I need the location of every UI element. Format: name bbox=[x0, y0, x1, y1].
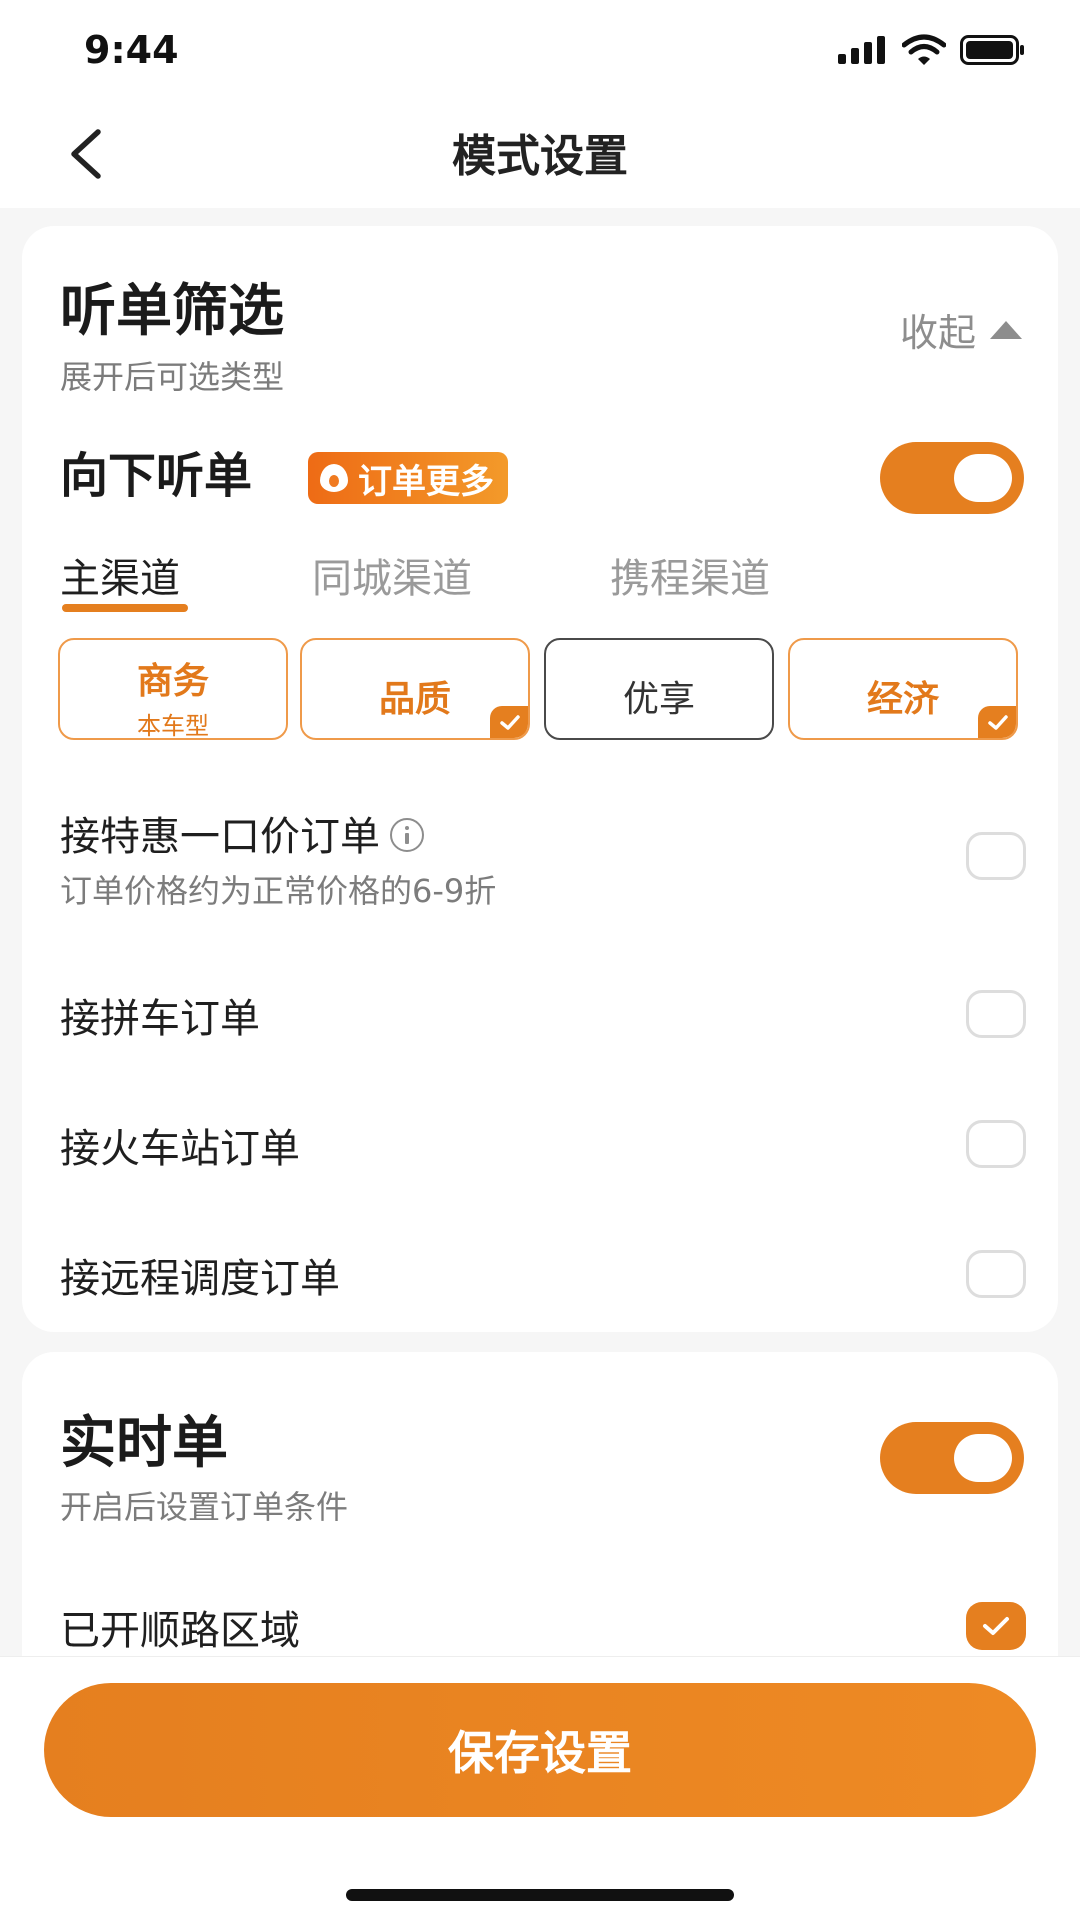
realtime-toggle[interactable] bbox=[880, 1422, 1024, 1494]
option-remote-checkbox[interactable] bbox=[966, 1250, 1026, 1298]
realtime-subtitle: 开启后设置订单条件 bbox=[60, 1488, 349, 1526]
chip-label: 商务 bbox=[136, 661, 209, 702]
selected-check-icon bbox=[978, 706, 1016, 738]
home-indicator bbox=[346, 1889, 734, 1901]
active-tab-indicator bbox=[62, 604, 188, 612]
status-bar: 9:44 bbox=[0, 0, 1080, 100]
tab-ctrip-channel[interactable]: 携程渠道 bbox=[610, 546, 770, 604]
battery-icon bbox=[960, 35, 1024, 65]
caret-up-icon bbox=[990, 320, 1022, 339]
option-station-checkbox[interactable] bbox=[966, 1120, 1026, 1168]
info-icon[interactable] bbox=[390, 818, 424, 852]
toggle-knob bbox=[954, 454, 1012, 502]
realtime-title: 实时单 bbox=[60, 1411, 228, 1476]
chip-sub-label: 本车型 bbox=[137, 712, 209, 740]
option-station-label: 接火车站订单 bbox=[60, 1126, 300, 1172]
chip-label: 优享 bbox=[622, 679, 695, 720]
filter-title: 听单筛选 bbox=[60, 279, 284, 344]
tab-local-channel[interactable]: 同城渠道 bbox=[312, 546, 472, 604]
route-area-checkbox[interactable] bbox=[966, 1602, 1026, 1650]
bottom-bar: 保存设置 bbox=[0, 1656, 1080, 1921]
save-settings-button[interactable]: 保存设置 bbox=[44, 1683, 1036, 1817]
filter-subtitle: 展开后可选类型 bbox=[60, 358, 285, 396]
vehicle-chip-premium[interactable]: 优享 bbox=[544, 638, 774, 740]
collapse-button[interactable]: 收起 bbox=[900, 302, 1022, 357]
option-carpool-label: 接拼车订单 bbox=[60, 996, 260, 1042]
check-icon bbox=[983, 1617, 1009, 1635]
route-area-label: 已开顺路区域 bbox=[60, 1608, 300, 1654]
tab-main-channel[interactable]: 主渠道 bbox=[60, 546, 180, 604]
vehicle-chip-economy[interactable]: 经济 bbox=[788, 638, 1018, 740]
option-discount-checkbox[interactable] bbox=[966, 832, 1026, 880]
nav-bar: 模式设置 bbox=[0, 100, 1080, 208]
option-discount-label: 接特惠一口价订单 bbox=[60, 804, 424, 862]
page-title: 模式设置 bbox=[452, 131, 628, 182]
flame-icon bbox=[320, 464, 348, 492]
vehicle-chip-quality[interactable]: 品质 bbox=[300, 638, 530, 740]
option-discount-text: 接特惠一口价订单 bbox=[60, 814, 380, 860]
toggle-knob bbox=[954, 1434, 1012, 1482]
option-remote-label: 接远程调度订单 bbox=[60, 1256, 340, 1302]
option-discount-sub: 订单价格约为正常价格的6-9折 bbox=[60, 872, 497, 910]
badge-label: 订单更多 bbox=[358, 461, 494, 502]
status-time: 9:44 bbox=[84, 28, 179, 72]
signal-icon bbox=[838, 36, 885, 64]
selected-check-icon bbox=[490, 706, 528, 738]
option-carpool-checkbox[interactable] bbox=[966, 990, 1026, 1038]
wifi-icon bbox=[902, 34, 946, 65]
more-orders-badge: 订单更多 bbox=[308, 452, 508, 504]
downward-toggle[interactable] bbox=[880, 442, 1024, 514]
downward-label: 向下听单 bbox=[60, 448, 253, 504]
collapse-label: 收起 bbox=[899, 311, 976, 355]
vehicle-chip-business[interactable]: 商务 本车型 bbox=[58, 638, 288, 740]
status-icons bbox=[838, 34, 1026, 66]
filter-card: 听单筛选 展开后可选类型 收起 向下听单 订单更多 主渠道 同城渠道 携程渠道 … bbox=[22, 226, 1058, 1332]
